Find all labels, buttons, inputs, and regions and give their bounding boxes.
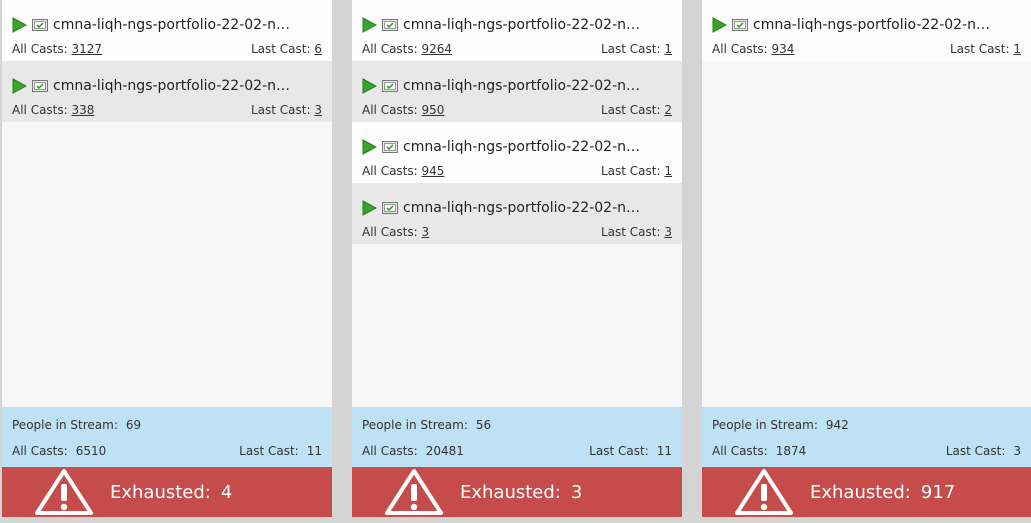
warning-icon: [735, 469, 793, 515]
program-item[interactable]: cmna-liqh-ngs-portfolio-22-02-nurt... Al…: [352, 61, 682, 122]
exhausted-banner[interactable]: Exhausted: 4: [2, 467, 332, 517]
program-item[interactable]: cmna-liqh-ngs-portfolio-22-02-nurt... Al…: [2, 0, 332, 61]
email-program-icon: [732, 19, 748, 31]
stream-all-casts: All Casts: 1874: [712, 444, 807, 458]
people-in-stream: People in Stream: 69: [12, 418, 142, 432]
email-program-icon: [382, 80, 398, 92]
stream-all-casts: All Casts: 6510: [12, 444, 107, 458]
stream-all-casts: All Casts: 20481: [362, 444, 464, 458]
exhausted-count: 3: [570, 481, 583, 503]
program-item[interactable]: cmna-liqh-ngs-portfolio-22-02-nurt... Al…: [352, 122, 682, 183]
stream-column: cmna-liqh-ngs-portfolio-22-02-nurt... Al…: [2, 0, 332, 517]
last-cast-link[interactable]: 3: [664, 225, 672, 239]
program-name[interactable]: cmna-liqh-ngs-portfolio-22-02-nurt...: [53, 17, 298, 33]
program-all-casts: All Casts: 950: [362, 103, 445, 117]
email-program-icon: [382, 202, 398, 214]
program-name[interactable]: cmna-liqh-ngs-portfolio-22-02-nurt...: [403, 139, 648, 155]
email-program-icon: [32, 80, 48, 92]
play-icon[interactable]: [362, 78, 377, 94]
all-casts-link[interactable]: 3127: [72, 42, 103, 56]
program-last-cast: Last Cast: 6: [250, 42, 322, 56]
play-icon[interactable]: [12, 17, 27, 33]
program-last-cast: Last Cast: 1: [600, 164, 672, 178]
stream-summary: People in Stream: 942 All Casts: 1874 Last…: [702, 407, 1031, 467]
stream-summary: People in Stream: 56 All Casts: 20481 Last…: [352, 407, 682, 467]
program-list: cmna-liqh-ngs-portfolio-22-02-nurt... Al…: [352, 0, 682, 407]
program-all-casts: All Casts: 9264: [362, 42, 453, 56]
warning-icon: [35, 469, 93, 515]
last-cast-link[interactable]: 6: [314, 42, 322, 56]
program-all-casts: All Casts: 945: [362, 164, 445, 178]
stream-summary: People in Stream: 69 All Casts: 6510 Last …: [2, 407, 332, 467]
program-name[interactable]: cmna-liqh-ngs-portfolio-22-02-nurt...: [753, 17, 998, 33]
exhausted-count: 4: [220, 481, 233, 503]
all-casts-link[interactable]: 945: [422, 164, 445, 178]
exhausted-banner[interactable]: Exhausted: 3: [352, 467, 682, 517]
exhausted-label: Exhausted:: [460, 481, 561, 503]
play-icon[interactable]: [362, 200, 377, 216]
program-list: cmna-liqh-ngs-portfolio-22-02-nurt... Al…: [702, 0, 1031, 407]
program-all-casts: All Casts: 3: [362, 225, 430, 239]
warning-icon: [385, 469, 443, 515]
program-item[interactable]: cmna-liqh-ngs-portfolio-22-02-nurt... Al…: [702, 0, 1031, 61]
stream-column: cmna-liqh-ngs-portfolio-22-02-nurt... Al…: [352, 0, 682, 517]
exhausted-banner[interactable]: Exhausted: 917: [702, 467, 1031, 517]
play-icon[interactable]: [12, 78, 27, 94]
last-cast-link[interactable]: 2: [664, 103, 672, 117]
program-last-cast: Last Cast: 1: [600, 42, 672, 56]
last-cast-link[interactable]: 1: [664, 164, 672, 178]
program-name[interactable]: cmna-liqh-ngs-portfolio-22-02-nurt...: [403, 78, 648, 94]
exhausted-label: Exhausted:: [110, 481, 211, 503]
program-all-casts: All Casts: 934: [712, 42, 795, 56]
program-list: cmna-liqh-ngs-portfolio-22-02-nurt... Al…: [2, 0, 332, 407]
program-item[interactable]: cmna-liqh-ngs-portfolio-22-02-nurt... Al…: [352, 0, 682, 61]
play-icon[interactable]: [362, 139, 377, 155]
last-cast-link[interactable]: 1: [664, 42, 672, 56]
email-program-icon: [382, 19, 398, 31]
play-icon[interactable]: [362, 17, 377, 33]
exhausted-label: Exhausted:: [810, 481, 911, 503]
program-all-casts: All Casts: 338: [12, 103, 95, 117]
program-name[interactable]: cmna-liqh-ngs-portfolio-22-02-nurt...: [53, 78, 298, 94]
email-program-icon: [382, 141, 398, 153]
program-last-cast: Last Cast: 2: [600, 103, 672, 117]
people-in-stream: People in Stream: 56: [362, 418, 492, 432]
program-last-cast: Last Cast: 3: [250, 103, 322, 117]
program-item[interactable]: cmna-liqh-ngs-portfolio-22-02-nurt... Al…: [352, 183, 682, 244]
program-name[interactable]: cmna-liqh-ngs-portfolio-22-02-nurt...: [403, 200, 648, 216]
people-in-stream: People in Stream: 942: [712, 418, 849, 432]
stream-last-cast: Last Cast: 11: [239, 444, 322, 458]
program-all-casts: All Casts: 3127: [12, 42, 103, 56]
all-casts-link[interactable]: 9264: [422, 42, 453, 56]
all-casts-link[interactable]: 338: [72, 103, 95, 117]
play-icon[interactable]: [712, 17, 727, 33]
all-casts-link[interactable]: 3: [422, 225, 430, 239]
all-casts-link[interactable]: 950: [422, 103, 445, 117]
program-last-cast: Last Cast: 3: [600, 225, 672, 239]
all-casts-link[interactable]: 934: [772, 42, 795, 56]
program-last-cast: Last Cast: 1: [949, 42, 1021, 56]
stream-last-cast: Last Cast: 11: [589, 444, 672, 458]
program-name[interactable]: cmna-liqh-ngs-portfolio-22-02-nurt...: [403, 17, 648, 33]
last-cast-link[interactable]: 1: [1013, 42, 1021, 56]
stream-last-cast: Last Cast: 3: [945, 444, 1021, 458]
stream-column: cmna-liqh-ngs-portfolio-22-02-nurt... Al…: [702, 0, 1031, 517]
email-program-icon: [32, 19, 48, 31]
last-cast-link[interactable]: 3: [314, 103, 322, 117]
exhausted-count: 917: [920, 481, 956, 503]
program-item[interactable]: cmna-liqh-ngs-portfolio-22-02-nurt... Al…: [2, 61, 332, 122]
